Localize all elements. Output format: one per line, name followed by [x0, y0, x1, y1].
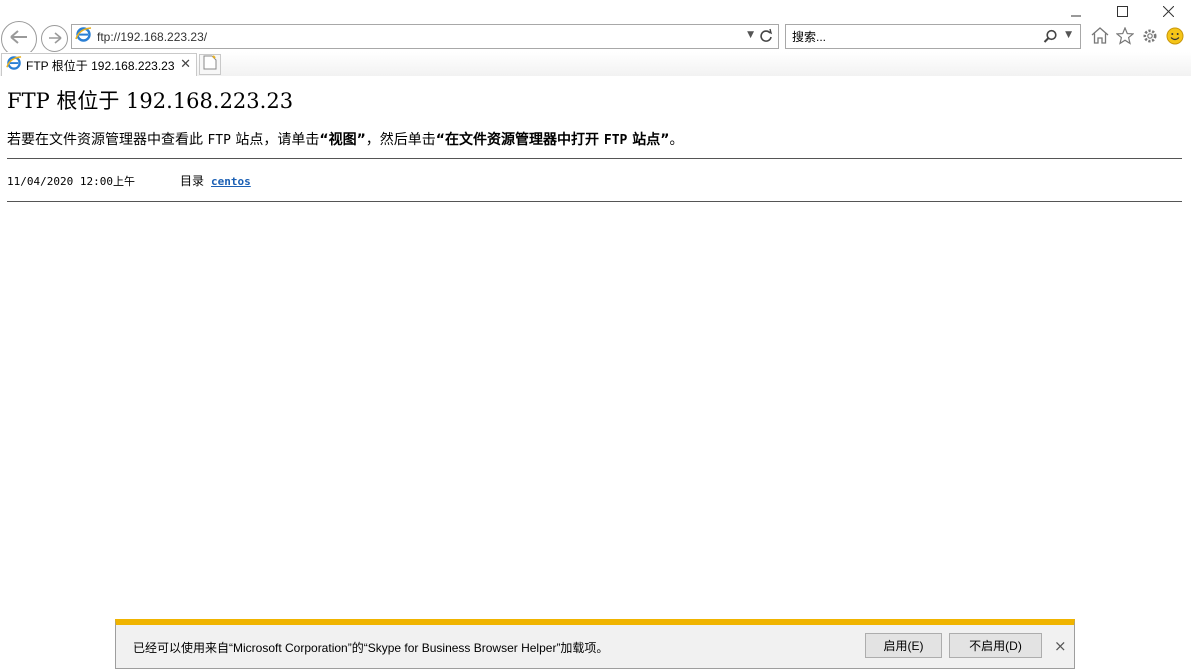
window-controls: [1053, 0, 1191, 22]
tab-strip: FTP 根位于 192.168.223.23 ✕: [0, 52, 1191, 76]
disable-button[interactable]: 不启用(D): [949, 633, 1042, 658]
forward-arrow-icon: [47, 29, 63, 48]
tab-close-icon[interactable]: ✕: [180, 57, 191, 72]
divider: [7, 201, 1182, 202]
addon-notification-bar: 已经可以使用来自“Microsoft Corporation”的“Skype f…: [115, 619, 1075, 669]
instructions-text: 若要在文件资源管理器中查看此 FTP 站点，请单击“视图”，然后单击“在文件资源…: [7, 129, 683, 149]
directory-link-centos[interactable]: centos: [211, 175, 251, 188]
divider: [7, 158, 1182, 159]
enable-button[interactable]: 启用(E): [865, 633, 942, 658]
dropdown-arrow-icon[interactable]: ▼: [1065, 30, 1072, 40]
back-arrow-icon: [9, 29, 29, 49]
maximize-icon[interactable]: [1099, 0, 1145, 22]
page-title: FTP 根位于 192.168.223.23: [7, 89, 294, 113]
search-box[interactable]: ▼: [785, 24, 1081, 49]
dropdown-arrow-icon[interactable]: ▼: [747, 30, 754, 40]
new-tab-button[interactable]: [199, 54, 221, 75]
favorites-star-icon[interactable]: [1115, 26, 1134, 45]
address-bar[interactable]: ▼: [71, 24, 779, 49]
tab-ftp-root[interactable]: FTP 根位于 192.168.223.23 ✕: [1, 53, 197, 76]
instructions-part: 站点，请单击: [235, 132, 320, 148]
search-icon[interactable]: [1043, 29, 1058, 48]
instructions-view-quote: “视图”: [319, 132, 366, 148]
notification-text: 已经可以使用来自“Microsoft Corporation”的“Skype f…: [133, 641, 609, 655]
smiley-icon[interactable]: [1165, 26, 1184, 45]
home-icon[interactable]: [1090, 26, 1109, 45]
entry-type: 目录: [180, 174, 205, 188]
refresh-icon[interactable]: [759, 28, 773, 48]
instructions-part: 。: [669, 132, 684, 148]
notification-close-icon[interactable]: ×: [1054, 637, 1067, 655]
navigation-bar: ▼ ▼: [0, 20, 1191, 57]
instructions-open-quote: “在文件资源管理器中打开: [435, 132, 599, 148]
entry-date: 11/04/2020 12:00上午: [7, 175, 135, 188]
minimize-icon[interactable]: [1053, 0, 1099, 22]
instructions-ftp: FTP: [207, 133, 231, 148]
forward-button[interactable]: [41, 25, 68, 52]
address-input[interactable]: [97, 26, 737, 47]
ie-logo-icon: [6, 55, 22, 75]
gear-icon[interactable]: [1140, 26, 1159, 45]
instructions-part: ，然后单击: [365, 132, 436, 148]
instructions-open-ftp: FTP: [603, 133, 628, 148]
close-icon[interactable]: [1145, 0, 1191, 22]
search-input[interactable]: [792, 26, 1032, 47]
list-item: 11/04/2020 12:00上午 目录 centos: [7, 172, 251, 189]
ie-logo-icon: [75, 26, 92, 47]
new-tab-icon: [203, 55, 217, 74]
toolbar-icons: [1090, 26, 1184, 45]
instructions-open-quote-end: 站点”: [632, 132, 670, 148]
instructions-part: 若要在文件资源管理器中查看此: [7, 132, 203, 148]
tab-title: FTP 根位于 192.168.223.23: [26, 58, 175, 73]
